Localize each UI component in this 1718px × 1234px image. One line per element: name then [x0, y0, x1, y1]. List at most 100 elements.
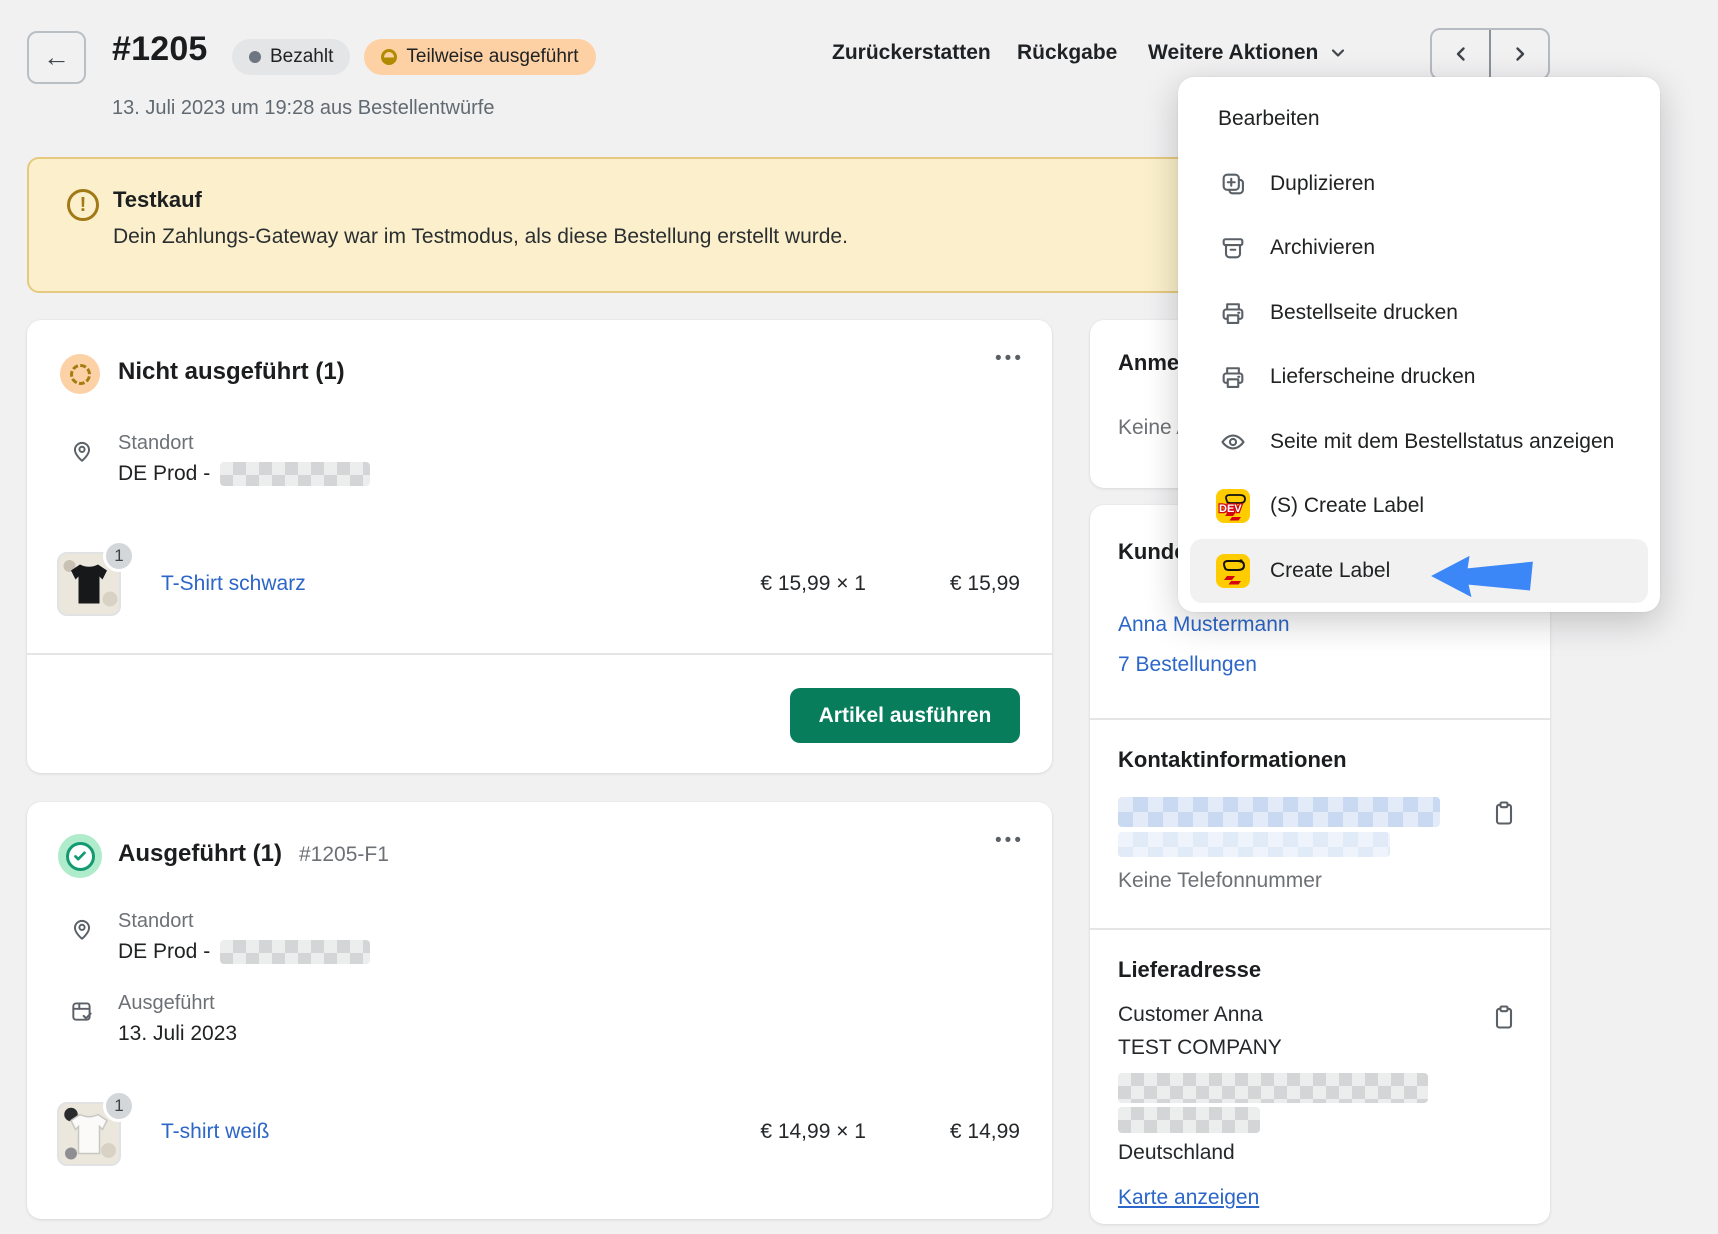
product-link[interactable]: T-shirt weiß	[161, 1120, 270, 1144]
chevron-right-icon	[1509, 43, 1531, 65]
package-check-icon	[69, 998, 95, 1024]
view-map-link[interactable]: Karte anzeigen	[1118, 1186, 1259, 1210]
menu-item-label: Bearbeiten	[1218, 107, 1320, 131]
menu-item-edit[interactable]: Bearbeiten	[1190, 87, 1648, 152]
menu-item-archive[interactable]: Archivieren	[1190, 216, 1648, 281]
menu-item-label: Bestellseite drucken	[1270, 301, 1458, 325]
banner-message: Dein Zahlungs-Gateway war im Testmodus, …	[113, 225, 848, 249]
copy-address-button[interactable]	[1490, 1003, 1518, 1036]
location-label: Standort	[118, 910, 194, 933]
fulfilled-title: Ausgeführt (1)#1205-F1	[118, 840, 389, 868]
shipping-address-title: Lieferadresse	[1118, 957, 1261, 983]
unfulfilled-status-icon	[60, 354, 100, 394]
card-divider	[27, 653, 1052, 655]
fulfill-items-button[interactable]: Artikel ausführen	[790, 688, 1020, 743]
fulfilled-status-icon	[58, 834, 102, 878]
menu-item-label: Archivieren	[1270, 236, 1375, 260]
line-total: € 15,99	[950, 572, 1020, 596]
customer-orders-link[interactable]: 7 Bestellungen	[1118, 653, 1257, 677]
menu-item-s-create-label[interactable]: DEV (S) Create Label	[1190, 474, 1648, 539]
quantity-badge: 1	[103, 1090, 135, 1122]
menu-item-label: Seite mit dem Bestellstatus anzeigen	[1270, 430, 1614, 454]
order-pager	[1430, 28, 1550, 80]
banner-title: Testkauf	[113, 187, 202, 213]
unfulfilled-title: Nicht ausgeführt (1)	[118, 358, 345, 386]
status-badges: Bezahlt Teilweise ausgeführt	[232, 39, 596, 75]
chevron-down-icon	[1328, 43, 1348, 63]
menu-item-create-label[interactable]: Create Label	[1190, 539, 1648, 604]
duplicate-icon	[1218, 170, 1248, 198]
menu-item-duplicate[interactable]: Duplizieren	[1190, 152, 1648, 217]
card-menu-button[interactable]: •••	[995, 348, 1024, 370]
badge-paid: Bezahlt	[232, 39, 350, 75]
copy-email-button[interactable]	[1490, 799, 1518, 832]
location-pin-icon	[69, 438, 95, 464]
section-divider	[1090, 928, 1550, 930]
previous-order-button[interactable]	[1432, 30, 1491, 78]
menu-item-print-order[interactable]: Bestellseite drucken	[1190, 281, 1648, 346]
refund-button[interactable]: Zurückerstatten	[832, 41, 991, 65]
deutsche-post-dev-icon: DEV	[1218, 489, 1248, 523]
menu-item-label: Create Label	[1270, 559, 1390, 583]
customer-card: Kunde Anna Mustermann 7 Bestellungen Kon…	[1090, 505, 1550, 1224]
paid-dot-icon	[249, 51, 261, 63]
section-divider	[1090, 718, 1550, 720]
unfulfilled-card: Nicht ausgeführt (1) ••• Standort DE Pro…	[27, 320, 1052, 773]
eye-icon	[1218, 428, 1248, 456]
redacted-location	[220, 462, 370, 486]
printer-icon	[1218, 299, 1248, 327]
badge-paid-label: Bezahlt	[270, 46, 333, 68]
address-country: Deutschland	[1118, 1141, 1235, 1165]
svg-text:DEV: DEV	[1219, 503, 1242, 515]
archive-icon	[1218, 234, 1248, 262]
customer-title: Kunde	[1118, 539, 1186, 565]
more-actions-button[interactable]: Weitere Aktionen	[1148, 41, 1348, 65]
card-menu-button[interactable]: •••	[995, 830, 1024, 852]
warning-icon: !	[67, 189, 99, 221]
annotation-arrow-icon	[1428, 553, 1536, 601]
badge-partially-fulfilled: Teilweise ausgeführt	[364, 39, 595, 75]
redacted-city	[1118, 1107, 1260, 1133]
location-label: Standort	[118, 432, 194, 455]
address-company: TEST COMPANY	[1118, 1036, 1282, 1060]
line-total: € 14,99	[950, 1120, 1020, 1144]
fulfilled-card: Ausgeführt (1)#1205-F1 ••• Standort DE P…	[27, 802, 1052, 1219]
menu-item-view-order-status[interactable]: Seite mit dem Bestellstatus anzeigen	[1190, 410, 1648, 475]
location-value: DE Prod -	[118, 940, 370, 964]
fulfilled-date-value: 13. Juli 2023	[118, 1022, 237, 1046]
fulfilled-date-label: Ausgeführt	[118, 992, 215, 1015]
contact-info-title: Kontaktinformationen	[1118, 747, 1347, 773]
product-link[interactable]: T-Shirt schwarz	[161, 572, 306, 596]
quantity-badge: 1	[103, 540, 135, 572]
redacted-location	[220, 940, 370, 964]
unit-price: € 14,99 × 1	[760, 1120, 866, 1144]
address-name: Customer Anna	[1118, 1003, 1263, 1027]
unit-price: € 15,99 × 1	[760, 572, 866, 596]
badge-partial-label: Teilweise ausgeführt	[406, 46, 578, 68]
no-phone-text: Keine Telefonnummer	[1118, 869, 1322, 893]
customer-name-link[interactable]: Anna Mustermann	[1118, 613, 1290, 637]
menu-item-label: Duplizieren	[1270, 172, 1375, 196]
deutsche-post-icon	[1218, 554, 1248, 588]
next-order-button[interactable]	[1491, 30, 1548, 78]
menu-item-print-packing-slips[interactable]: Lieferscheine drucken	[1190, 345, 1648, 410]
redacted-street	[1118, 1073, 1428, 1103]
page-title: #1205	[112, 30, 208, 69]
redacted-email-line2	[1118, 832, 1390, 857]
arrow-left-icon: ←	[43, 42, 70, 73]
chevron-left-icon	[1450, 43, 1472, 65]
return-button[interactable]: Rückgabe	[1017, 41, 1117, 65]
back-button[interactable]: ←	[27, 31, 86, 84]
redacted-email	[1118, 797, 1440, 827]
menu-item-label: (S) Create Label	[1270, 494, 1424, 518]
location-value: DE Prod -	[118, 462, 370, 486]
menu-item-label: Lieferscheine drucken	[1270, 365, 1475, 389]
fulfillment-ref: #1205-F1	[299, 843, 389, 866]
order-detail-page: ← #1205 Bezahlt Teilweise ausgeführt 13.…	[0, 0, 1718, 1234]
order-date-subtitle: 13. Juli 2023 um 19:28 aus Bestellentwür…	[112, 97, 494, 120]
partial-ring-icon	[381, 49, 397, 65]
more-actions-menu: Bearbeiten Duplizieren Archivieren Beste…	[1178, 77, 1660, 612]
more-actions-label: Weitere Aktionen	[1148, 41, 1318, 65]
printer-icon	[1218, 363, 1248, 391]
location-pin-icon	[69, 916, 95, 942]
